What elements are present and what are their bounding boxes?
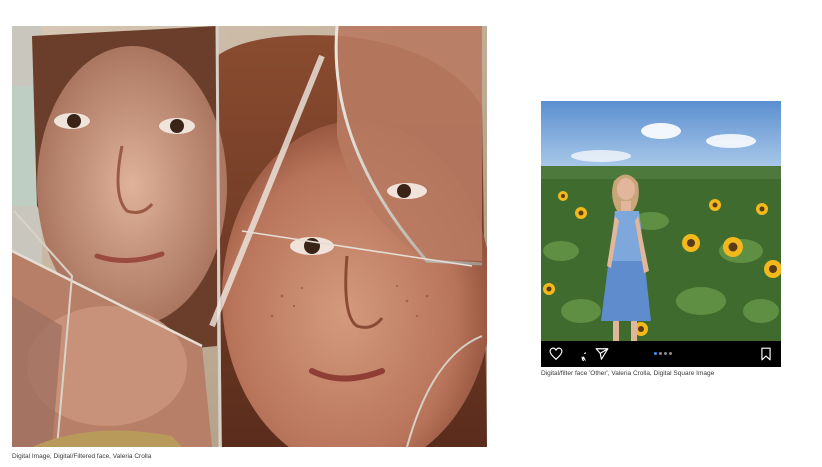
sunflower-scene	[541, 101, 781, 341]
carousel-dot	[659, 352, 662, 355]
instagram-post	[541, 101, 781, 367]
carousel-dot	[664, 352, 667, 355]
post-artwork-caption: Digital/filter face 'Other', Valeria Cro…	[541, 370, 715, 377]
mirror-selfie-artwork	[12, 26, 487, 447]
mirror-selfie-illustration	[12, 26, 487, 447]
sunflower-field-photo	[541, 101, 781, 341]
post-action-bar	[541, 341, 781, 367]
comment-icon[interactable]	[572, 347, 586, 361]
carousel-dot	[669, 352, 672, 355]
bookmark-icon[interactable]	[759, 347, 773, 361]
heart-icon[interactable]	[549, 347, 563, 361]
send-icon[interactable]	[595, 347, 609, 361]
carousel-dot	[654, 352, 657, 355]
main-artwork-caption: Digital Image, Digital/Filtered face, Va…	[12, 453, 152, 460]
